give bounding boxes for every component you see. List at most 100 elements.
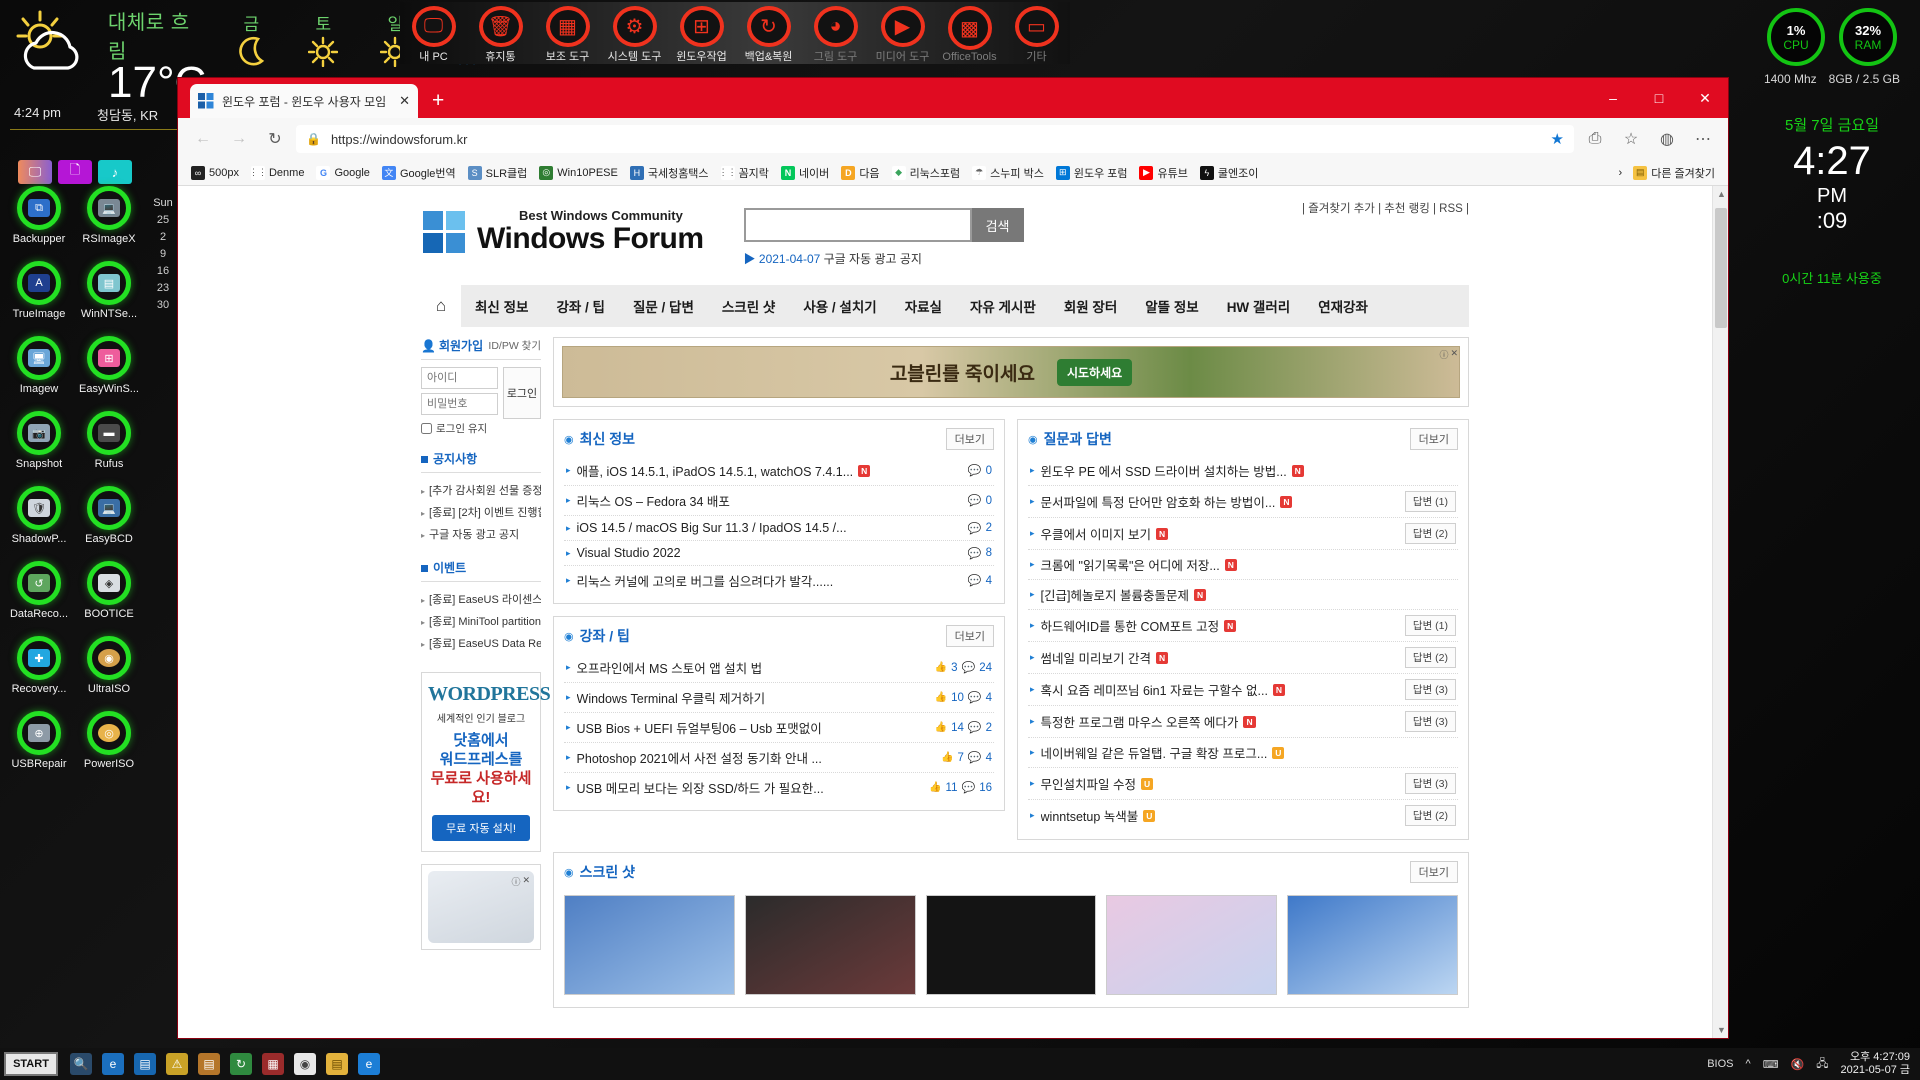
search-button[interactable]: 검색: [971, 208, 1024, 242]
back-button[interactable]: ←: [188, 124, 218, 154]
home-icon[interactable]: ⌂: [421, 285, 461, 327]
qa-row[interactable]: ▸ 윈도우 PE 에서 SSD 드라이버 설치하는 방법... N: [1028, 456, 1458, 486]
chrome-icon[interactable]: ◉: [294, 1053, 316, 1075]
more-button[interactable]: 더보기: [1409, 428, 1458, 450]
more-button[interactable]: 더보기: [945, 428, 994, 450]
post-row[interactable]: ▸ Visual Studio 2022 💬 8: [564, 541, 994, 566]
more-button[interactable]: 더보기: [945, 625, 994, 647]
desktop-icon-ultraiso[interactable]: ◉ UltraISO: [74, 636, 144, 695]
dock-item-systemtools[interactable]: ⚙ 시스템 도구: [601, 2, 668, 64]
keep-login-checkbox[interactable]: 로그인 유지: [421, 421, 541, 436]
desktop-icon-poweriso[interactable]: ◎ PowerISO: [74, 711, 144, 770]
event-list-item[interactable]: ▸[종료] EaseUS Data Recovery: [421, 632, 541, 654]
qa-row[interactable]: ▸ 썸네일 미리보기 간격 N 답변 (2): [1028, 642, 1458, 674]
answer-count-button[interactable]: 답변 (2): [1404, 805, 1456, 826]
screenshot-thumb[interactable]: [744, 895, 916, 995]
profile-icon[interactable]: ◍: [1652, 124, 1682, 154]
desktop-icon-grid[interactable]: 🖵 🗋 ♪ ⧉ Backupper 💻 RSImageX A TrueImage…: [4, 160, 144, 770]
nav-item-freeboard[interactable]: 자유 게시판: [956, 296, 1050, 316]
settings-more-icon[interactable]: ⋯: [1688, 124, 1718, 154]
bookmark-item[interactable]: D 다음: [836, 163, 884, 183]
close-icon[interactable]: ✕: [522, 875, 530, 888]
bookmarks-overflow-icon[interactable]: ›: [1619, 167, 1623, 179]
bookmark-item[interactable]: ⊞ 윈도우 포럼: [1051, 163, 1133, 183]
answer-count-button[interactable]: 답변 (2): [1404, 523, 1456, 544]
dock-item-graphics[interactable]: ◕ 그림 도구: [802, 2, 869, 64]
minimize-button[interactable]: –: [1590, 78, 1636, 118]
dock-item-media[interactable]: ▶ 미디어 도구: [869, 2, 936, 64]
nav-item-qa[interactable]: 질문 / 답변: [619, 296, 708, 316]
wordpress-ad-button[interactable]: 무료 자동 설치!: [432, 815, 530, 841]
wordpress-ad[interactable]: WORDPRESS 세계적인 인기 블로그 닷홈에서 워드프레스를 무료로 사용…: [421, 672, 551, 852]
address-bar[interactable]: 🔒 https://windowsforum.kr ★: [296, 125, 1574, 153]
desktop-icon-trueimage[interactable]: A TrueImage: [4, 261, 74, 320]
desktop-icon-imagew[interactable]: 🖥 Imagew: [4, 336, 74, 395]
answer-count-button[interactable]: 답변 (2): [1404, 647, 1456, 668]
music-folder-icon[interactable]: ♪: [98, 160, 132, 184]
warning-triangle-icon[interactable]: ⚠: [166, 1053, 188, 1075]
close-icon[interactable]: ✕: [1450, 348, 1458, 361]
more-button[interactable]: 더보기: [1409, 861, 1458, 883]
document-folder-icon[interactable]: 🗋: [58, 160, 92, 184]
post-row[interactable]: ▸ 리눅스 커널에 고의로 버그를 심으려다가 발각...... 💬 4: [564, 566, 994, 595]
login-id-input[interactable]: [421, 367, 498, 389]
qa-row[interactable]: ▸ winntsetup 녹색불 U 답변 (2): [1028, 800, 1458, 831]
desktop-icon-shadowprotect[interactable]: 🛡 ShadowP...: [4, 486, 74, 545]
browser-tab[interactable]: 윈도우 포럼 - 윈도우 사용자 모임 ✕: [190, 84, 418, 118]
desktop-icon-bootice[interactable]: ◈ BOOTICE: [74, 561, 144, 620]
site-logo[interactable]: Best Windows Community Windows Forum: [423, 208, 704, 255]
qa-row[interactable]: ▸ 무인설치파일 수정 U 답변 (3): [1028, 768, 1458, 800]
qa-row[interactable]: ▸ 특정한 프로그램 마우스 오른쪽 에다가 N 답변 (3): [1028, 706, 1458, 738]
post-row[interactable]: ▸ iOS 14.5 / macOS Big Sur 11.3 / IpadOS …: [564, 516, 994, 541]
login-button[interactable]: 로그인: [503, 367, 541, 419]
post-row[interactable]: ▸ USB Bios + UEFI 듀얼부팅06 – Usb 포맷없이 👍 14 💬 2: [564, 713, 994, 743]
page-scrollbar[interactable]: ▲ ▼: [1712, 186, 1728, 1038]
qa-row[interactable]: ▸ 크롬에 "읽기목록"은 어디에 저장... N: [1028, 550, 1458, 580]
desktop-icon-datarecovery[interactable]: ↺ DataReco...: [4, 561, 74, 620]
taskbar-clock[interactable]: 오후 4:27:09 2021-05-07 금: [1841, 1051, 1910, 1077]
dock-item-backup[interactable]: ↻ 백업&복원: [735, 2, 802, 64]
notepad-icon[interactable]: ▤: [198, 1053, 220, 1075]
bookmark-item[interactable]: G Google: [311, 164, 374, 182]
dock-item-recyclebin[interactable]: 🗑 휴지통: [467, 2, 534, 64]
header-top-links[interactable]: | 즐겨찾기 추가 | 추천 랭킹 | RSS |: [1302, 200, 1469, 216]
favorites-icon[interactable]: ☆: [1616, 124, 1646, 154]
search-input[interactable]: [743, 208, 972, 242]
search-icon[interactable]: 🔍: [70, 1053, 92, 1075]
post-row[interactable]: ▸ 오프라인에서 MS 스토어 앱 설치 법 👍 3 💬 24: [564, 653, 994, 683]
notice-list-item[interactable]: ▸ 구글 자동 광고 공지: [421, 523, 541, 545]
answer-count-button[interactable]: 답변 (3): [1404, 679, 1456, 700]
bookmark-item[interactable]: H 국세청홈택스: [625, 163, 714, 183]
bookmark-item[interactable]: N 네이버: [776, 163, 834, 183]
explorer-blue-icon[interactable]: ▤: [134, 1053, 156, 1075]
bookmark-item[interactable]: ▶ 유튜브: [1134, 163, 1192, 183]
dock-item-mypc[interactable]: 🖵 내 PC: [400, 2, 467, 64]
keyboard-icon[interactable]: ⌨: [1763, 1058, 1779, 1071]
info-icon[interactable]: ⓘ: [511, 875, 520, 888]
post-row[interactable]: ▸ 리눅스 OS – Fedora 34 배포 💬 0: [564, 486, 994, 516]
answer-count-button[interactable]: 답변 (1): [1404, 615, 1456, 636]
find-idpw-link[interactable]: ID/PW 찾기: [488, 338, 541, 353]
start-button[interactable]: START: [4, 1052, 58, 1076]
desktop-icon-rsimagex[interactable]: 💻 RSImageX: [74, 186, 144, 245]
qa-row[interactable]: ▸ 하드웨어ID를 통한 COM포트 고정 N 답변 (1): [1028, 610, 1458, 642]
close-button[interactable]: ✕: [1682, 78, 1728, 118]
post-row[interactable]: ▸ Windows Terminal 우클릭 제거하기 👍 10 💬 4: [564, 683, 994, 713]
answer-count-button[interactable]: 답변 (3): [1404, 711, 1456, 732]
answer-count-button[interactable]: 답변 (1): [1404, 491, 1456, 512]
reload-button[interactable]: ↻: [260, 124, 290, 154]
desktop-icon-recovery[interactable]: ✚ Recovery...: [4, 636, 74, 695]
site-notice[interactable]: ▶ 2021-04-07 구글 자동 광고 공지: [744, 250, 1024, 267]
qa-row[interactable]: ▸ 네이버웨일 같은 듀얼탭. 구글 확장 프로그... U: [1028, 738, 1458, 768]
monitor-folder-icon[interactable]: 🖵: [18, 160, 52, 184]
nav-item-market[interactable]: 회원 장터: [1050, 296, 1131, 316]
bookmark-item[interactable]: ◆ 리눅스포럼: [887, 163, 966, 183]
qa-row[interactable]: ▸ 우클에서 이미지 보기 N 답변 (2): [1028, 518, 1458, 550]
desktop-icon-backupper[interactable]: ⧉ Backupper: [4, 186, 74, 245]
desktop-toolbar-dock[interactable]: 🖵 내 PC 🗑 휴지통 ▦ 보조 도구 ⚙ 시스템 도구 ⊞ 윈도우작업 ↻ …: [400, 2, 1070, 64]
info-icon[interactable]: ⓘ: [1439, 348, 1448, 361]
nav-item-screenshots[interactable]: 스크린 샷: [708, 296, 789, 316]
post-row[interactable]: ▸ USB 메모리 보다는 외장 SSD/하드 가 필요한... 👍 11 💬 16: [564, 773, 994, 802]
desktop-icon-easywinsetup[interactable]: ⊞ EasyWinS...: [74, 336, 144, 395]
nav-item-usage[interactable]: 사용 / 설치기: [789, 296, 890, 316]
